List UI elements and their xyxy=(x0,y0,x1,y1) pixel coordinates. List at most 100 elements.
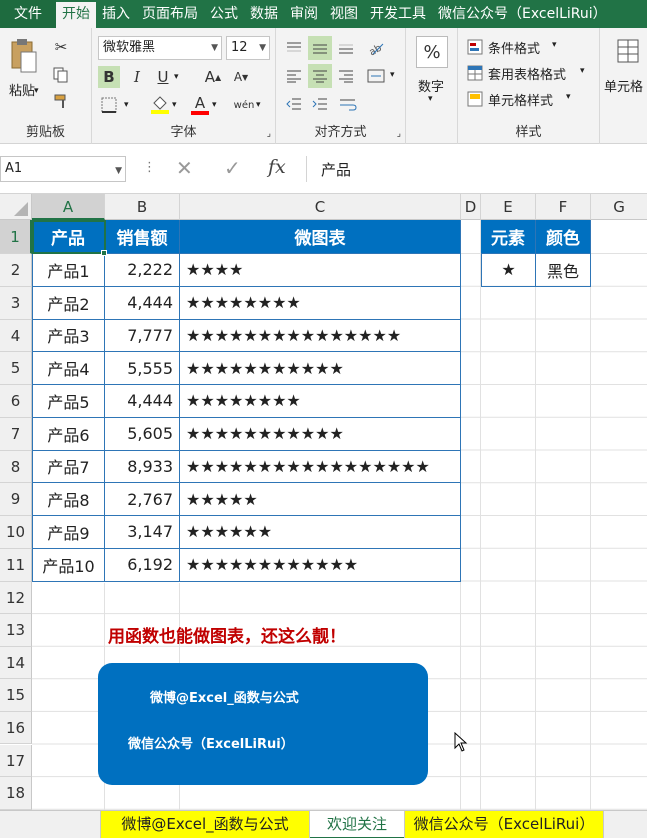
paste-dropdown-icon[interactable]: ▾ xyxy=(34,86,39,96)
product-cell[interactable]: 产品9 xyxy=(32,516,105,549)
increase-indent-icon[interactable] xyxy=(308,92,332,116)
header-cell[interactable]: 产品 xyxy=(32,220,105,254)
copy-icon[interactable] xyxy=(50,64,72,86)
micro-chart-cell[interactable]: ★★★★★★★★★★★ xyxy=(180,352,461,385)
sheet-tab-wechat[interactable]: 微信公众号（ExcelLiRui） xyxy=(404,811,604,838)
product-cell[interactable]: 产品7 xyxy=(32,450,105,484)
sales-cell[interactable]: 2,767 xyxy=(105,483,180,516)
product-cell[interactable]: 产品4 xyxy=(32,352,105,385)
micro-chart-cell[interactable]: ★★★★★★★★ xyxy=(180,286,461,320)
sales-cell[interactable]: 3,147 xyxy=(105,516,180,549)
tab-formulas[interactable]: 公式 xyxy=(204,0,244,28)
cells-button[interactable]: 单元格 xyxy=(604,76,643,95)
row-header-17[interactable]: 17 xyxy=(0,744,32,778)
column-header-d[interactable]: D xyxy=(461,194,481,220)
bold-button[interactable]: B xyxy=(98,66,120,88)
product-cell[interactable]: 产品6 xyxy=(32,417,105,451)
sales-cell[interactable]: 2,222 xyxy=(105,254,180,287)
product-cell[interactable]: 产品2 xyxy=(32,286,105,320)
worksheet-grid[interactable]: A B C D E F G 1 2 3 4 5 6 7 8 9 10 11 12 13 14 15 16 17 1… xyxy=(0,194,647,810)
row-header-12[interactable]: 12 xyxy=(0,581,32,615)
grow-font-button[interactable]: A ▲ xyxy=(202,66,224,88)
align-center-icon[interactable] xyxy=(308,64,332,88)
product-cell[interactable]: 产品8 xyxy=(32,483,105,516)
formula-input[interactable]: 产品 xyxy=(306,156,647,182)
cut-icon[interactable]: ✂ xyxy=(50,36,72,58)
decrease-indent-icon[interactable] xyxy=(282,92,306,116)
column-header-e[interactable]: E xyxy=(481,194,536,220)
param-header-cell[interactable]: 颜色 xyxy=(536,220,591,254)
font-color-dropdown-icon[interactable]: ▾ xyxy=(212,100,217,110)
column-header-b[interactable]: B xyxy=(105,194,180,220)
sheet-tab-welcome[interactable]: 欢迎关注 xyxy=(310,811,404,838)
conditional-format-button[interactable]: 条件格式 xyxy=(488,38,540,57)
sales-cell[interactable]: 8,933 xyxy=(105,450,180,484)
insert-function-button[interactable]: fx xyxy=(268,156,286,178)
cancel-icon[interactable]: ✕ xyxy=(176,156,193,180)
phonetic-icon[interactable]: wén xyxy=(232,92,256,118)
table-format-icon[interactable] xyxy=(466,64,484,82)
sales-cell[interactable]: 5,555 xyxy=(105,352,180,385)
wrap-text-icon[interactable] xyxy=(336,92,360,116)
header-cell[interactable]: 销售额 xyxy=(105,220,180,254)
row-header-16[interactable]: 16 xyxy=(0,711,32,745)
fill-color-dropdown-icon[interactable]: ▾ xyxy=(172,100,177,110)
column-header-g[interactable]: G xyxy=(591,194,647,220)
row-header-10[interactable]: 10 xyxy=(0,516,32,549)
paste-button[interactable]: 粘贴 xyxy=(9,80,35,99)
row-header-11[interactable]: 11 xyxy=(0,548,32,582)
sales-cell[interactable]: 5,605 xyxy=(105,417,180,451)
font-dialog-launcher-icon[interactable]: ⌟ xyxy=(267,129,271,139)
row-header-4[interactable]: 4 xyxy=(0,319,32,353)
sales-cell[interactable]: 7,777 xyxy=(105,319,180,353)
row-header-9[interactable]: 9 xyxy=(0,483,32,516)
sales-cell[interactable]: 4,444 xyxy=(105,286,180,320)
tab-home[interactable]: 开始 xyxy=(56,0,96,28)
align-bottom-icon[interactable] xyxy=(334,36,358,60)
cell-style-icon[interactable] xyxy=(466,90,484,108)
underline-dropdown-icon[interactable]: ▾ xyxy=(174,72,179,82)
tab-file[interactable]: 文件 xyxy=(0,0,56,28)
param-header-cell[interactable]: 元素 xyxy=(481,220,536,254)
row-header-18[interactable]: 18 xyxy=(0,777,32,810)
tab-view[interactable]: 视图 xyxy=(324,0,364,28)
micro-chart-cell[interactable]: ★★★★★★★★★★★ xyxy=(180,417,461,451)
number-dropdown-icon[interactable]: ▾ xyxy=(428,94,433,104)
column-header-c[interactable]: C xyxy=(180,194,461,220)
header-cell[interactable]: 微图表 xyxy=(180,220,461,254)
row-header-15[interactable]: 15 xyxy=(0,679,32,712)
conditional-format-icon[interactable] xyxy=(466,38,484,56)
name-box[interactable]: A1 ▼ xyxy=(0,156,126,182)
cells-icon[interactable] xyxy=(614,36,642,66)
alignment-dialog-launcher-icon[interactable]: ⌟ xyxy=(397,129,401,139)
format-painter-icon[interactable] xyxy=(50,90,72,112)
product-cell[interactable]: 产品5 xyxy=(32,385,105,418)
fill-handle[interactable] xyxy=(101,250,107,256)
sales-cell[interactable]: 4,444 xyxy=(105,385,180,418)
align-top-icon[interactable] xyxy=(282,36,306,60)
table-format-button[interactable]: 套用表格格式 xyxy=(488,64,566,83)
column-header-a[interactable]: A xyxy=(32,194,105,220)
more-icon[interactable]: ⋮ xyxy=(143,160,156,175)
micro-chart-cell[interactable]: ★★★★★★★★★★★★★★★ xyxy=(180,319,461,353)
shrink-font-button[interactable]: A ▼ xyxy=(230,66,252,88)
tab-review[interactable]: 审阅 xyxy=(284,0,324,28)
fill-color-icon[interactable] xyxy=(148,92,172,118)
font-name-select[interactable]: 微软雅黑 ▼ xyxy=(98,36,222,60)
row-header-14[interactable]: 14 xyxy=(0,646,32,680)
cell-style-button[interactable]: 单元格样式 xyxy=(488,90,553,109)
font-size-select[interactable]: 12 ▼ xyxy=(226,36,270,60)
tab-developer[interactable]: 开发工具 xyxy=(364,0,432,28)
product-cell[interactable]: 产品3 xyxy=(32,319,105,353)
confirm-icon[interactable]: ✓ xyxy=(224,156,241,180)
table-format-dropdown-icon[interactable]: ▾ xyxy=(580,66,585,76)
align-left-icon[interactable] xyxy=(282,64,306,88)
row-header-2[interactable]: 2 xyxy=(0,254,32,287)
row-header-7[interactable]: 7 xyxy=(0,417,32,451)
align-right-icon[interactable] xyxy=(334,64,358,88)
row-header-13[interactable]: 13 xyxy=(0,614,32,647)
merge-center-icon[interactable] xyxy=(364,64,388,88)
tab-insert[interactable]: 插入 xyxy=(96,0,136,28)
italic-button[interactable]: I xyxy=(126,66,148,88)
phonetic-dropdown-icon[interactable]: ▾ xyxy=(256,100,261,110)
